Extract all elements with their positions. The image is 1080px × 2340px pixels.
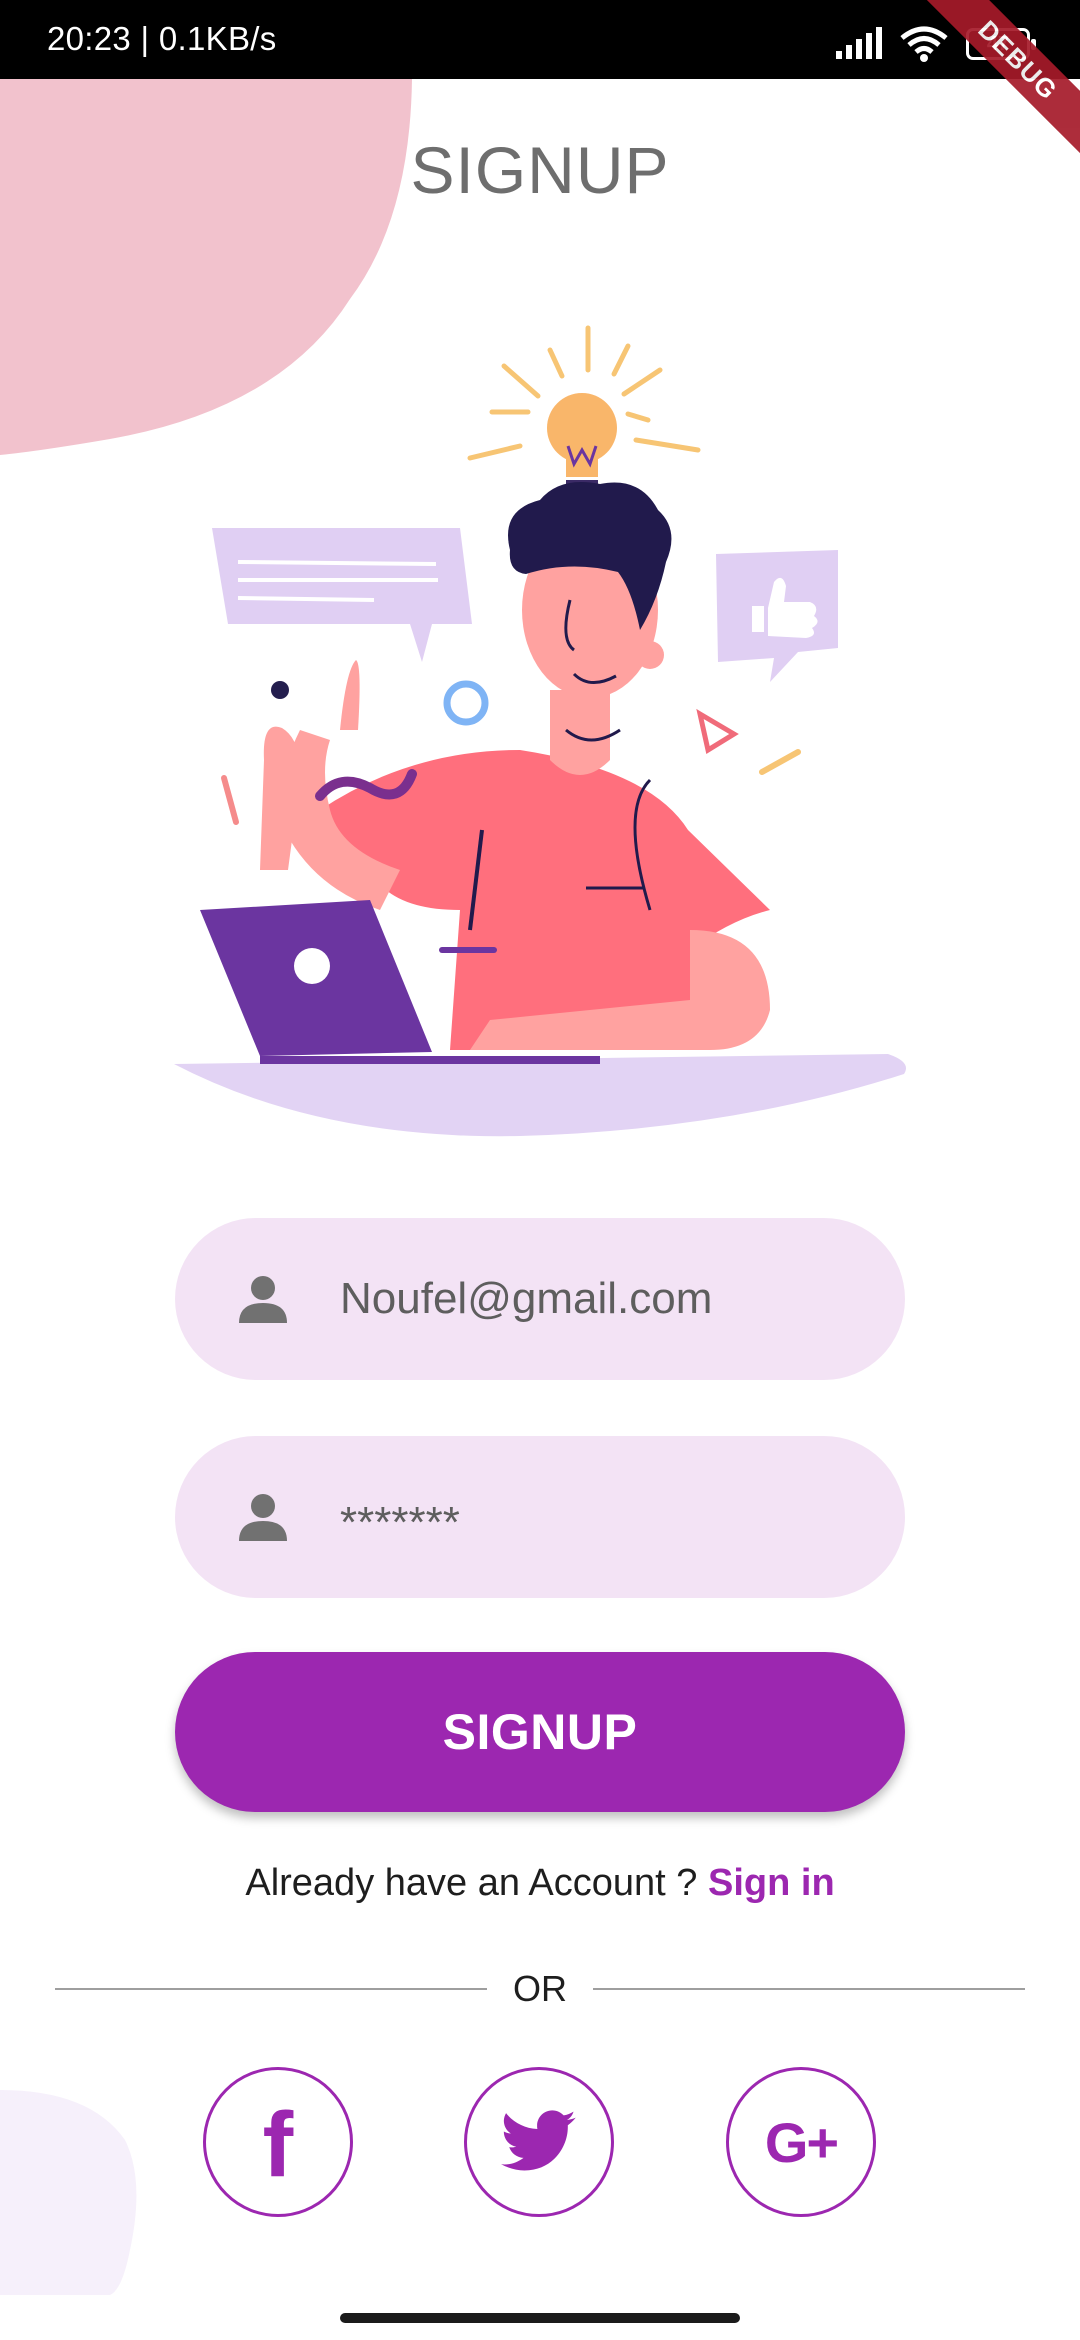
desk [174, 1054, 906, 1137]
signup-illustration [174, 325, 906, 1137]
twitter-icon [501, 2110, 576, 2171]
password-input[interactable] [340, 1442, 860, 1604]
person-icon [239, 1276, 287, 1323]
status-bar: 20:23 | 0.1KB/s 47 [0, 0, 1080, 79]
signal-icon [836, 27, 882, 59]
decor-dot [271, 681, 289, 699]
facebook-icon: f [262, 2094, 294, 2196]
page-title: SIGNUP [410, 133, 670, 207]
email-input[interactable] [340, 1218, 860, 1380]
divider-line-right [593, 1988, 1025, 1990]
divider-line-left [55, 1988, 487, 1990]
google-plus-icon: G+ [764, 2110, 839, 2174]
wifi-icon [900, 26, 948, 62]
speech-bubble-left [212, 528, 472, 662]
email-field[interactable] [175, 1218, 905, 1380]
account-prompt-text: Already have an Account ? [245, 1862, 708, 1904]
password-field[interactable] [175, 1436, 905, 1604]
or-divider-label: OR [513, 1968, 567, 2009]
home-indicator[interactable] [340, 2313, 740, 2323]
thumbs-up-bubble [716, 550, 838, 682]
signup-button[interactable]: SIGNUP [175, 1652, 905, 1812]
person-icon [239, 1494, 287, 1541]
decor-triangle [696, 708, 739, 754]
decor-ring [443, 680, 489, 726]
sign-in-link[interactable]: Sign in [708, 1862, 835, 1904]
status-time-speed: 20:23 | 0.1KB/s [47, 20, 277, 57]
account-prompt-row: Already have an Account ? Sign in [0, 1862, 1080, 1905]
twitter-login-button[interactable] [464, 2067, 614, 2217]
decorative-blob-bottom [0, 2090, 137, 2295]
facebook-login-button[interactable]: f [203, 2067, 353, 2217]
google-login-button[interactable]: G+ [726, 2067, 876, 2217]
